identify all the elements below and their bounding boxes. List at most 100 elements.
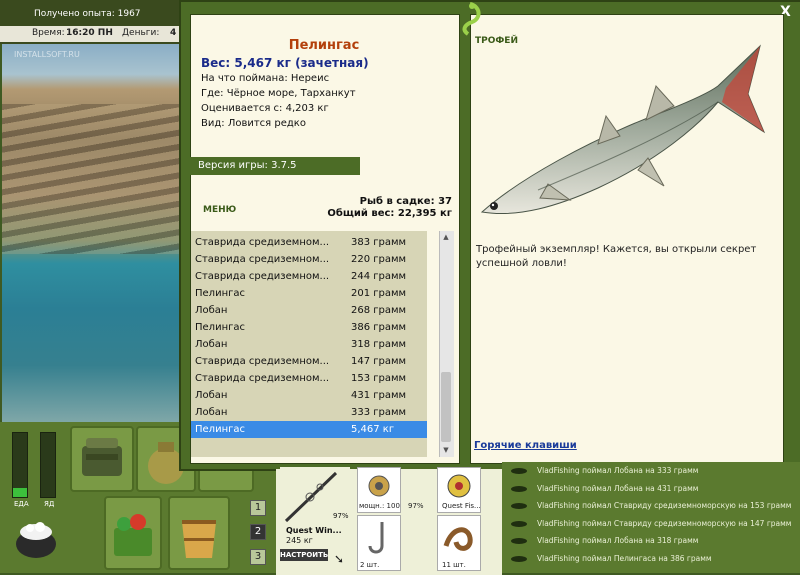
log-text: VladFishing поймал Ставриду средиземномо… bbox=[537, 518, 792, 528]
fish-name: Пелингас bbox=[288, 38, 360, 53]
catch-fish-name: Лобан bbox=[195, 339, 228, 350]
bait-count: 11 шт. bbox=[442, 561, 466, 569]
scroll-up-icon[interactable]: ▲ bbox=[439, 233, 453, 241]
log-text: VladFishing поймал Ставриду средиземномо… bbox=[537, 501, 792, 510]
catch-list-item[interactable]: Ставрида средиземном... 244 грамм bbox=[191, 268, 427, 285]
hook-count: 2 шт. bbox=[360, 561, 380, 569]
fish-image bbox=[478, 40, 768, 230]
catch-list-item[interactable]: Лобан 318 грамм bbox=[191, 336, 427, 353]
menu-button[interactable]: МЕНЮ bbox=[203, 205, 236, 215]
money-label: Деньги: bbox=[122, 28, 160, 38]
pot-icon[interactable] bbox=[10, 512, 62, 562]
catch-fish-weight: 383 грамм bbox=[351, 237, 407, 248]
tackle-box-icon[interactable] bbox=[70, 426, 134, 492]
trophy-description: Трофейный экземпляр! Кажется, вы открыли… bbox=[476, 244, 757, 269]
arrow-icon[interactable]: ➘ bbox=[334, 552, 344, 566]
catch-list-item[interactable]: Ставрида средиземном... 153 грамм bbox=[191, 370, 427, 387]
log-entry: VladFishing поймал Пелингаса на 386 грам… bbox=[511, 550, 712, 567]
log-entry: VladFishing поймал Ставриду средиземномо… bbox=[511, 515, 791, 532]
catch-list-item[interactable]: Лобан 268 грамм bbox=[191, 302, 427, 319]
catch-list-item[interactable]: Ставрида средиземном... 383 грамм bbox=[191, 234, 427, 251]
rod-name: Quest Win... bbox=[286, 526, 342, 535]
time-value: 16:20 ПН bbox=[66, 28, 113, 38]
catch-list-item[interactable]: Пелингас 386 грамм bbox=[191, 319, 427, 336]
catch-fish-name: Ставрида средиземном... bbox=[195, 271, 330, 282]
version-label: Версия игры: 3.7.5 bbox=[190, 157, 360, 175]
log-text: VladFishing поймал Лобана на 318 грамм bbox=[537, 536, 699, 545]
catch-list-item[interactable]: Ставрида средиземном... 147 грамм bbox=[191, 353, 427, 370]
catch-fish-weight: 147 грамм bbox=[351, 356, 407, 367]
catch-fish-weight: 268 грамм bbox=[351, 305, 407, 316]
hotkeys-link[interactable]: Горячие клавиши bbox=[474, 440, 577, 451]
experience-readout: Получено опыта: 1967 bbox=[34, 9, 141, 19]
food-gauge-fill bbox=[13, 488, 27, 497]
catch-fish-name: Лобан bbox=[195, 407, 228, 418]
catch-fish-name: Пелингас bbox=[195, 288, 245, 299]
reel-durability: 97% bbox=[408, 502, 424, 510]
log-entry: VladFishing поймал Лобана на 333 грамм bbox=[511, 462, 698, 479]
catch-fish-name: Пелингас bbox=[195, 322, 245, 333]
log-entry: VladFishing поймал Лобана на 318 грамм bbox=[511, 532, 698, 549]
scroll-down-icon[interactable]: ▼ bbox=[439, 446, 453, 454]
rod-durability: 97% bbox=[333, 512, 349, 520]
catch-location: Где: Чёрное море, Тарханкут bbox=[201, 88, 356, 99]
quickslot-3[interactable]: 3 bbox=[250, 549, 266, 565]
catch-list-item[interactable]: Лобан 431 грамм bbox=[191, 387, 427, 404]
log-entry: VladFishing поймал Лобана на 431 грамм bbox=[511, 480, 698, 497]
quickslot-2[interactable]: 2 bbox=[250, 524, 266, 540]
fish-weight: Вес: 5,467 кг (зачетная) bbox=[201, 56, 369, 70]
fish-icon bbox=[511, 555, 527, 562]
fish-icon bbox=[511, 485, 527, 492]
wooden-bucket-icon[interactable] bbox=[168, 496, 230, 570]
log-text: VladFishing поймал Пелингаса на 386 грам… bbox=[537, 553, 712, 563]
fish-icon bbox=[511, 520, 527, 527]
lizard-logo-icon bbox=[452, 0, 488, 36]
rod-slot[interactable] bbox=[280, 467, 350, 547]
catch-fish-weight: 153 грамм bbox=[351, 373, 407, 384]
fish-icon bbox=[511, 538, 527, 544]
fish-icon bbox=[511, 468, 527, 474]
log-text: VladFishing поймал Лобана на 431 грамм bbox=[537, 483, 699, 493]
setup-button[interactable]: НАСТРОИТЬ bbox=[280, 549, 328, 561]
catch-fish-weight: 5,467 кг bbox=[351, 424, 395, 435]
fish-icon bbox=[511, 503, 527, 509]
poison-gauge bbox=[40, 432, 56, 498]
log-text: VladFishing поймал Лобана на 333 грамм bbox=[537, 466, 699, 475]
poison-gauge-label: ЯД bbox=[44, 500, 55, 508]
vegetable-basket-icon[interactable] bbox=[104, 496, 162, 570]
rod-max-weight: 245 кг bbox=[286, 536, 313, 545]
catch-fish-weight: 244 грамм bbox=[351, 271, 407, 282]
fishing-scene[interactable]: INSTALLSOFT.RU bbox=[2, 44, 187, 422]
quickslot-1[interactable]: 1 bbox=[250, 500, 266, 516]
keepnet-count: Рыб в садке: 37 bbox=[359, 196, 452, 207]
catch-fish-name: Ставрида средиземном... bbox=[195, 254, 330, 265]
catch-list-item[interactable]: Ставрида средиземном... 220 грамм bbox=[191, 251, 427, 268]
valued-from: Оценивается с: 4,203 кг bbox=[201, 103, 329, 114]
catch-fish-weight: 431 грамм bbox=[351, 390, 407, 401]
catch-list[interactable]: Ставрида средиземном... 383 грамм Ставрида… bbox=[191, 231, 427, 457]
cliff-rocks bbox=[2, 104, 187, 254]
food-gauge-label: ЕДА bbox=[14, 500, 29, 508]
food-gauge bbox=[12, 432, 28, 498]
catch-list-item[interactable]: Лобан 333 грамм bbox=[191, 404, 427, 421]
catch-fish-weight: 318 грамм bbox=[351, 339, 407, 350]
catch-fish-weight: 386 грамм bbox=[351, 322, 407, 333]
keepnet-weight: Общий вес: 22,395 кг bbox=[327, 208, 452, 219]
scroll-thumb[interactable] bbox=[441, 372, 451, 442]
catch-fish-name: Ставрида средиземном... bbox=[195, 237, 330, 248]
catch-fish-name: Пелингас bbox=[195, 424, 245, 435]
catch-fish-weight: 220 грамм bbox=[351, 254, 407, 265]
catch-fish-name: Лобан bbox=[195, 390, 228, 401]
catch-fish-name: Лобан bbox=[195, 305, 228, 316]
catch-fish-weight: 201 грамм bbox=[351, 288, 407, 299]
species-rarity: Вид: Ловится редко bbox=[201, 118, 306, 129]
line-name: Quest Fis... bbox=[442, 502, 481, 510]
catch-list-item[interactable]: Пелингас 201 грамм bbox=[191, 285, 427, 302]
time-label: Время: bbox=[32, 28, 65, 38]
catch-fish-name: Ставрида средиземном... bbox=[195, 356, 330, 367]
watermark: INSTALLSOFT.RU bbox=[14, 50, 80, 59]
log-entry: VladFishing поймал Ставриду средиземномо… bbox=[511, 497, 791, 514]
catch-list-item[interactable]: Пелингас 5,467 кг bbox=[191, 421, 427, 438]
catch-fish-weight: 333 грамм bbox=[351, 407, 407, 418]
money-value: 4 bbox=[170, 28, 177, 38]
